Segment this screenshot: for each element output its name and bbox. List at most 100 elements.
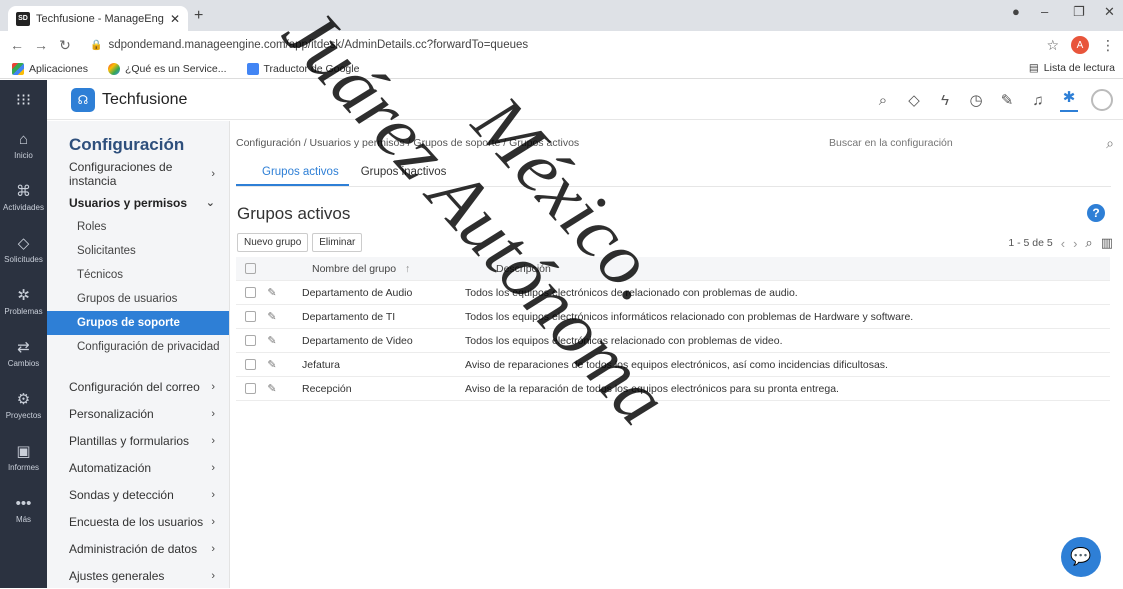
sidebar-item-sondas[interactable]: Sondas y detección › [47,481,229,508]
profile-avatar[interactable]: A [1071,36,1089,54]
problems-icon: ✲ [17,287,30,304]
col-desc-header[interactable]: Descripción [496,263,1110,275]
rail-item-solicitudes[interactable]: ◇ Solicitudes [0,224,47,276]
rail-item-informes[interactable]: ▣ Informes [0,432,47,484]
config-search-input[interactable] [829,137,1069,149]
sidebar-item-label: Configuraciones de instancia [69,159,173,188]
chevron-right-icon: › [211,407,215,420]
bookmark-translate[interactable]: Traductor de Google [246,62,359,75]
rail-item-proyectos[interactable]: ⚙ Proyectos [0,380,47,432]
user-avatar[interactable] [1091,89,1113,111]
sidebar-item-ajustes[interactable]: Ajustes generales › [47,562,229,589]
config-search[interactable]: ⌕ [829,133,1114,153]
close-window-icon[interactable]: ✕ [1104,4,1115,20]
quick-create-icon[interactable]: ◇ [905,91,923,109]
chat-bubble-icon[interactable]: 💬 [1061,537,1101,577]
lock-icon: 🔒 [90,39,103,51]
rail-item-mas[interactable]: ••• Más [0,484,47,536]
edit-pencil-icon[interactable]: ✎ [256,382,288,395]
projects-icon: ⚙ [16,391,31,408]
sidebar-item-personalizacion[interactable]: Personalización › [47,400,229,427]
edit-pencil-icon[interactable]: ✎ [256,286,288,299]
next-page-icon[interactable]: › [1073,236,1077,251]
row-checkbox[interactable] [245,383,256,394]
sidebar-item-encuesta[interactable]: Encuesta de los usuarios › [47,508,229,535]
edit-pencil-icon[interactable]: ✎ [256,310,288,323]
group-name[interactable]: Departamento de Video [288,335,465,347]
prev-page-icon[interactable]: ‹ [1061,236,1065,251]
address-bar: ← → ↻ 🔒 sdpondemand.manageengine.com/app… [0,31,1123,59]
sidebar-item-correo[interactable]: Configuración del correo › [47,373,229,400]
row-checkbox[interactable] [245,287,256,298]
forward-icon[interactable]: → [34,37,48,53]
row-checkbox[interactable] [245,311,256,322]
app-launcher-icon[interactable]: ⁝⁝⁝ [0,80,47,120]
profile-dot-icon[interactable]: ● [1012,4,1020,19]
subitem-tecnicos[interactable]: Técnicos [47,263,229,287]
group-name[interactable]: Departamento de TI [288,311,465,323]
tab-grupos-activos[interactable]: Grupos activos [236,159,349,186]
history-icon[interactable]: ◷ [967,91,985,109]
table-row[interactable]: ✎ Departamento de Video Todos los equipo… [236,329,1110,353]
edit-pencil-icon[interactable]: ✎ [256,358,288,371]
browser-tab[interactable]: SD Techfusione - ManageEngine Se ✕ [8,6,188,31]
subitem-grupos-usuarios[interactable]: Grupos de usuarios [47,287,229,311]
close-tab-icon[interactable]: ✕ [170,12,180,26]
rail-item-problemas[interactable]: ✲ Problemas [0,276,47,328]
group-desc: Aviso de reparaciones de todos los equip… [465,358,888,371]
group-name[interactable]: Jefatura [288,359,465,371]
search-icon[interactable]: ⌕ [874,92,892,109]
sidebar-item-plantillas[interactable]: Plantillas y formularios › [47,427,229,454]
back-icon[interactable]: ← [10,37,24,53]
group-name[interactable]: Departamento de Audio [288,287,465,299]
table-row[interactable]: ✎ Departamento de Audio Todos los equipo… [236,281,1110,305]
quick-actions-icon[interactable]: ϟ [936,92,954,109]
new-group-button[interactable]: Nuevo grupo [237,233,309,252]
url-field[interactable]: 🔒 sdpondemand.manageengine.com/app/itdes… [90,35,528,55]
subitem-solicitantes[interactable]: Solicitantes [47,239,229,263]
bookmark-star-icon[interactable]: ☆ [1046,37,1059,54]
table-row[interactable]: ✎ Jefatura Aviso de reparaciones de todo… [236,353,1110,377]
bookmark-apps[interactable]: Aplicaciones [12,62,88,75]
sidebar-item-instancia[interactable]: Configuraciones de instancia › [47,159,229,188]
subitem-privacidad[interactable]: Configuración de privacidad [47,335,229,359]
help-icon[interactable]: ? [1087,204,1105,222]
subitem-roles[interactable]: Roles [47,215,229,239]
bell-icon[interactable]: ♫ [1029,92,1047,109]
col-name-header[interactable]: Nombre del grupo ↑ [256,263,496,275]
search-icon[interactable]: ⌕ [1085,235,1092,251]
subitem-grupos-soporte[interactable]: Grupos de soporte [47,311,229,335]
sidebar-item-automatizacion[interactable]: Automatización › [47,454,229,481]
rail-item-actividades[interactable]: ⌘ Actividades [0,172,47,224]
bookmark-service[interactable]: ¿Qué es un Service... [107,62,227,75]
sidebar-item-datos[interactable]: Administración de datos › [47,535,229,562]
select-all-checkbox[interactable] [245,263,256,274]
table-row[interactable]: ✎ Departamento de TI Todos los equipos e… [236,305,1110,329]
reading-list[interactable]: ▤ Lista de lectura [1029,62,1115,74]
breadcrumb: Configuración / Usuarios y permisos / Gr… [236,137,580,149]
row-checkbox[interactable] [245,335,256,346]
restore-icon[interactable]: ❐ [1073,4,1085,20]
groups-table: Nombre del grupo ↑ Descripción ✎ Departa… [236,257,1110,401]
row-checkbox[interactable] [245,359,256,370]
tab-grupos-inactivos[interactable]: Grupos inactivos [349,159,459,186]
reload-icon[interactable]: ↻ [58,37,72,54]
group-desc: Todos los equipos electrónicos relaciona… [465,334,783,347]
new-tab-icon[interactable]: + [194,7,203,25]
edit-pencil-icon[interactable]: ✎ [256,334,288,347]
rail-item-inicio[interactable]: ⌂ Inicio [0,120,47,172]
search-icon[interactable]: ⌕ [1106,135,1114,152]
sidebar-item-label: Configuración del correo [69,379,200,394]
browser-menu-icon[interactable]: ⋮ [1101,37,1115,54]
notes-icon[interactable]: ✎ [998,91,1016,109]
columns-icon[interactable]: ▥ [1101,235,1113,251]
sidebar-item-usuarios[interactable]: Usuarios y permisos ⌄ [47,190,229,215]
table-row[interactable]: ✎ Recepción Aviso de la reparación de to… [236,377,1110,401]
chevron-right-icon: › [211,461,215,474]
rail-item-cambios[interactable]: ⇄ Cambios [0,328,47,380]
col-name-label: Nombre del grupo [312,262,397,275]
minimize-icon[interactable]: – [1041,4,1048,19]
delete-button[interactable]: Eliminar [312,233,363,252]
group-name[interactable]: Recepción [288,383,465,395]
gear-icon[interactable]: ✱ [1060,88,1078,112]
